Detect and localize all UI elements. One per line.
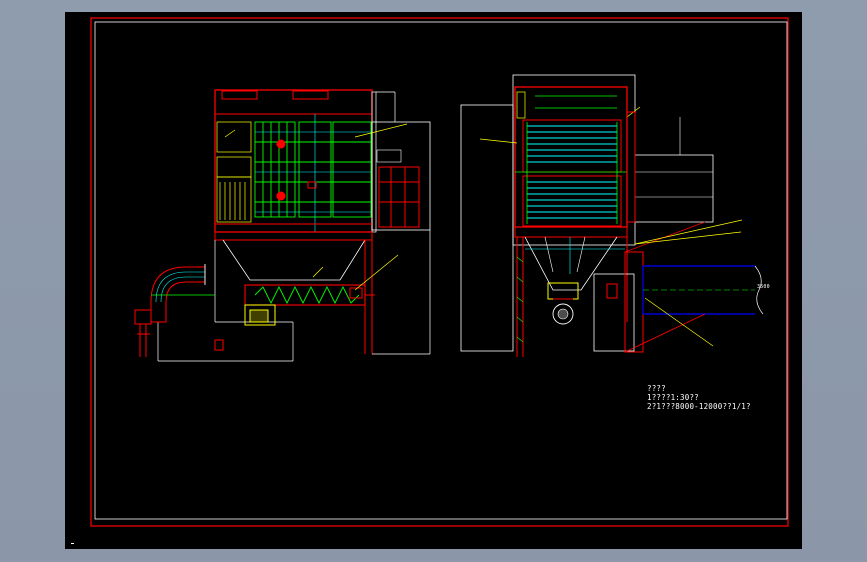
note-line-3: 2?1???8000-12000??1/1? — [647, 402, 751, 411]
front-elevation-view — [134, 89, 431, 362]
cad-drawing — [90, 17, 789, 527]
title-notes: ???? 1????1:30?? 2?1???8000-12000??1/1? — [647, 385, 751, 411]
note-line-1: ???? — [647, 384, 666, 393]
note-line-2: 1????1:30?? — [647, 393, 699, 402]
side-elevation-view — [460, 74, 764, 357]
cad-viewport[interactable]: 3500 ???? 1????1:30?? 2?1???8000-12000??… — [0, 0, 867, 562]
hopper — [222, 239, 366, 281]
dust-collector-casing — [214, 89, 373, 233]
inlet-elbow — [150, 266, 206, 323]
drawing-sheet: 3500 ???? 1????1:30?? 2?1???8000-12000??… — [65, 12, 802, 549]
control-cabinet — [378, 166, 420, 228]
origin-marker — [71, 543, 74, 544]
inner-border — [94, 21, 788, 520]
dimension-label: 3500 — [757, 284, 770, 290]
